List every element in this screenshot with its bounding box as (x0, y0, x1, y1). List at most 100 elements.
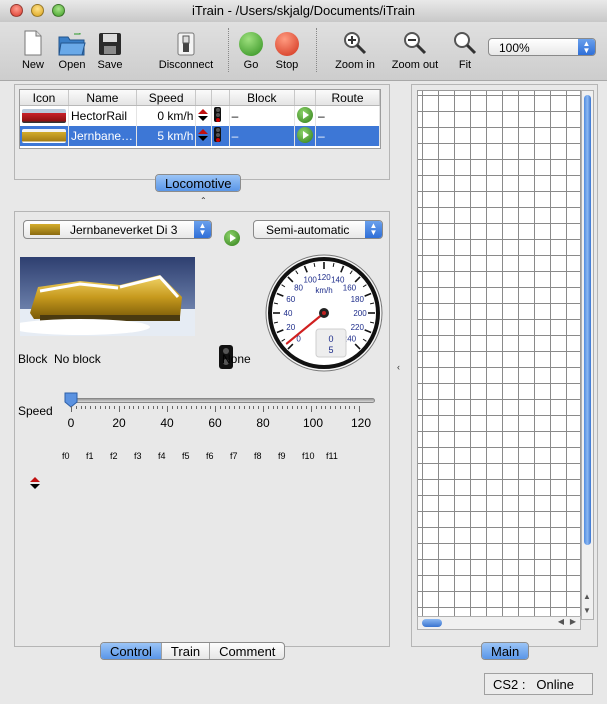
speed-tick-mark (210, 406, 212, 409)
gauge-digital-bottom: 5 (328, 345, 333, 355)
column-header-play[interactable] (294, 90, 316, 106)
table-row[interactable]: HectorRail 0 km/h – – (20, 105, 380, 126)
scroll-up-icon[interactable]: ▲ (583, 592, 591, 601)
function-key-f10[interactable]: f10 (302, 451, 315, 461)
speed-tick-mark (162, 406, 164, 409)
zoom-in-button[interactable]: Zoom in (331, 26, 379, 71)
direction-toggle[interactable] (195, 105, 213, 126)
tab-main[interactable]: Main (482, 643, 529, 659)
select-arrows-icon: ▲ ▼ (365, 221, 382, 238)
power-switch-icon (177, 32, 195, 56)
function-key-f11[interactable]: f11 (326, 451, 338, 461)
open-button[interactable]: Open (54, 26, 90, 71)
scroll-right-icon[interactable]: ▶ (570, 617, 576, 626)
track-grid-canvas[interactable] (417, 90, 581, 620)
select-arrows-icon: ▲ ▼ (194, 221, 211, 238)
save-button[interactable]: Save (94, 26, 126, 71)
tab-comment[interactable]: Comment (210, 643, 284, 659)
control-tab-bar: Control Train Comment (100, 642, 286, 660)
speed-tick-mark (330, 406, 332, 409)
column-header-signal[interactable] (211, 90, 230, 106)
column-header-icon[interactable]: Icon (20, 90, 69, 106)
fit-button[interactable]: Fit (450, 26, 480, 71)
gauge-tick-label: 80 (294, 284, 303, 293)
speed-tick-mark (291, 406, 293, 409)
new-button[interactable]: New (16, 26, 50, 71)
speed-tick-mark (320, 406, 322, 409)
speed-tick-mark (133, 406, 135, 409)
function-key-f5[interactable]: f5 (182, 451, 190, 461)
gauge-tick-label: 100 (304, 276, 318, 285)
route-play-button[interactable] (294, 126, 316, 146)
save-disk-icon (99, 33, 121, 55)
speed-tick-mark (114, 406, 116, 409)
column-header-route[interactable]: Route (315, 90, 380, 106)
speed-tick-mark (215, 406, 216, 412)
speed-tick-mark (80, 406, 82, 409)
function-key-f4[interactable]: f4 (158, 451, 166, 461)
scroll-left-icon[interactable]: ◀ (558, 617, 564, 626)
function-key-f2[interactable]: f2 (110, 451, 118, 461)
scroll-down-icon[interactable]: ▼ (583, 606, 591, 615)
speed-tick-mark (167, 406, 168, 412)
stop-button[interactable]: Stop (272, 26, 302, 71)
column-header-speed[interactable]: Speed (136, 90, 197, 106)
open-button-label: Open (58, 59, 86, 71)
direction-toggle[interactable] (30, 477, 40, 489)
locomotive-list-panel: Icon Name Speed Block Route HectorRail 0… (14, 84, 390, 180)
locomotive-select[interactable]: Jernbaneverket Di 3 ▲ ▼ (23, 220, 212, 239)
mode-select[interactable]: Semi-automatic ▲ ▼ (253, 220, 383, 239)
speed-tick-mark (181, 406, 183, 409)
direction-toggle[interactable] (195, 126, 213, 146)
speed-tick-mark (123, 406, 125, 409)
vertical-scroll-thumb[interactable] (584, 95, 591, 545)
speed-tick-mark (344, 406, 346, 409)
tab-locomotive[interactable]: Locomotive (156, 175, 241, 191)
speed-tick-mark (75, 406, 77, 409)
column-header-name[interactable]: Name (68, 90, 137, 106)
function-key-f3[interactable]: f3 (134, 451, 142, 461)
new-document-icon (24, 30, 42, 56)
zoom-in-icon (344, 32, 367, 55)
zoom-select[interactable]: 100% ▲ ▼ (488, 38, 596, 56)
speed-tick-mark (335, 406, 336, 409)
go-green-icon (239, 32, 263, 56)
speed-tick-mark (191, 406, 192, 409)
disconnect-button-label: Disconnect (158, 59, 214, 71)
direction-arrows-icon (198, 128, 209, 141)
horizontal-scrollbar[interactable]: ◀ ▶ (417, 616, 581, 630)
function-key-f7[interactable]: f7 (230, 451, 238, 461)
column-header-block[interactable]: Block (229, 90, 296, 106)
gauge-tick-label: 20 (286, 323, 295, 332)
table-row[interactable]: Jernbane… 5 km/h – – (20, 126, 380, 146)
route-play-button[interactable] (294, 105, 316, 126)
disconnect-button[interactable]: Disconnect (154, 26, 218, 71)
gauge-tick-label: 220 (351, 323, 365, 332)
speed-tick-mark (195, 406, 197, 409)
go-button[interactable]: Go (236, 26, 266, 71)
function-key-f1[interactable]: f1 (86, 451, 94, 461)
locomotive-photo (20, 257, 195, 336)
start-route-button[interactable] (224, 230, 240, 246)
loco-speed: 5 km/h (136, 126, 197, 146)
function-key-f6[interactable]: f6 (206, 451, 214, 461)
speed-tick-label: 0 (67, 416, 75, 430)
speed-tick-mark (258, 406, 260, 409)
locomotive-tab-bar: Locomotive (155, 174, 242, 192)
split-divider-handle[interactable]: ‹ (397, 362, 400, 372)
locomotive-table: Icon Name Speed Block Route HectorRail 0… (20, 90, 380, 146)
speed-tick-mark (359, 406, 360, 412)
column-header-direction[interactable] (195, 90, 213, 106)
window-title: iTrain - /Users/skjalg/Documents/iTrain (192, 3, 415, 18)
function-key-f8[interactable]: f8 (254, 451, 262, 461)
split-divider-handle[interactable]: ⌃ (200, 196, 207, 205)
speed-tick-mark (200, 406, 202, 409)
horizontal-scroll-thumb[interactable] (422, 619, 442, 627)
tab-control[interactable]: Control (101, 643, 162, 659)
function-key-f9[interactable]: f9 (278, 451, 286, 461)
zoom-out-button[interactable]: Zoom out (386, 26, 444, 71)
speed-slider-track[interactable] (66, 398, 375, 403)
vertical-scrollbar[interactable]: ▲ ▼ (581, 90, 594, 620)
function-key-f0[interactable]: f0 (62, 451, 70, 461)
tab-train[interactable]: Train (162, 643, 211, 659)
